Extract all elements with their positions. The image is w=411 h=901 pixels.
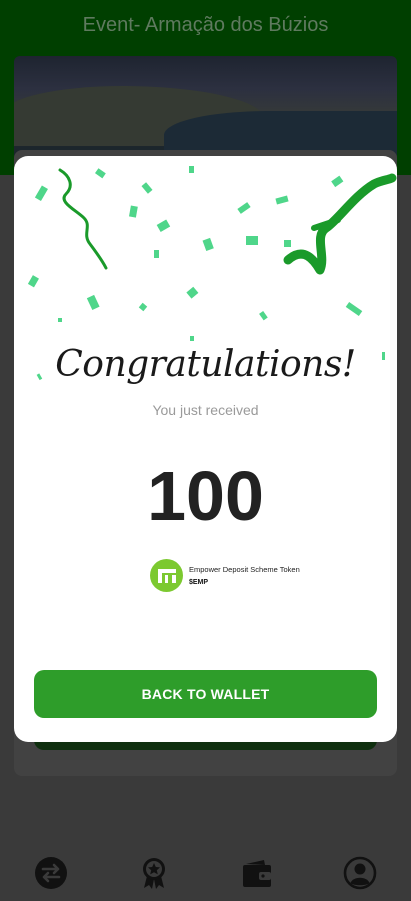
award-badge-icon (143, 858, 166, 889)
swap-arrows-icon (35, 857, 68, 889)
token-symbol: $EMP (189, 578, 209, 586)
nav-wallet[interactable] (237, 853, 277, 893)
bottom-nav (0, 845, 411, 901)
received-subtitle: You just received (152, 402, 259, 418)
back-to-wallet-button[interactable]: BACK TO WALLET (34, 670, 377, 718)
nav-transfer[interactable] (31, 853, 71, 893)
app-header: Event- Armação dos Búzios (0, 0, 411, 175)
reward-amount: 100 (147, 457, 264, 535)
nav-profile[interactable] (340, 853, 380, 893)
congratulations-heading: Congratulations! (55, 344, 356, 385)
token-info: Empower Deposit Scheme Token $EMP (150, 559, 300, 592)
nav-rewards[interactable] (134, 853, 174, 893)
wallet-icon (242, 860, 271, 887)
app-title: Event- Armação dos Búzios (82, 14, 329, 36)
empower-logo-icon (150, 559, 183, 592)
reward-modal: Congratulations! You just received 100 E… (14, 156, 397, 742)
token-name: Empower Deposit Scheme Token (189, 564, 300, 574)
profile-icon (343, 856, 376, 890)
